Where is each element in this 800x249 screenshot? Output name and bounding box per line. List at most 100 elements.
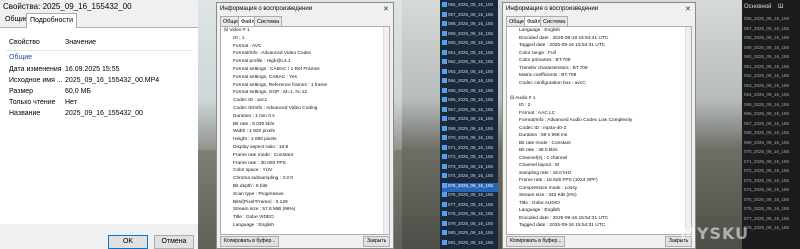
- column-header-value[interactable]: Значение: [65, 39, 96, 46]
- close-icon[interactable]: ✕: [383, 5, 389, 13]
- right-pane-item[interactable]: 073_2025_09_16_155: [744, 178, 789, 183]
- property-row[interactable]: Размер 60,0 МБ: [9, 88, 195, 99]
- tree-item[interactable]: Tagged date : 2025-09-16 15:54:31 UTC: [519, 223, 605, 228]
- file-list-item[interactable]: 066_2025_09_16_155: [442, 97, 498, 106]
- file-list-item[interactable]: 081_2025_09_16_155: [442, 240, 498, 249]
- file-list-item[interactable]: 074_2025_09_16_155: [442, 173, 498, 182]
- property-row[interactable]: Только чтение Нет: [9, 99, 195, 110]
- right-pane-item[interactable]: 078_2025_09_16_155: [744, 225, 789, 230]
- tree-item[interactable]: Color space : YUV: [233, 168, 272, 173]
- tree-item[interactable]: Color primaries : BT.709: [519, 58, 570, 63]
- tree-item[interactable]: Channel layout : M: [519, 163, 559, 168]
- tree-item[interactable]: Title : Gobe VIDEO: [233, 215, 274, 220]
- right-pane-item[interactable]: 061_2025_09_16_155: [744, 64, 789, 69]
- cancel-button[interactable]: Отмена: [154, 235, 194, 249]
- tree-item[interactable]: Frame rate : 30.000 FPS: [233, 161, 286, 166]
- right-pane-item[interactable]: 057_2025_09_16_155: [744, 26, 789, 31]
- tree-item[interactable]: Stream size : 57.5 MiB (96%): [233, 207, 295, 212]
- tree-item[interactable]: Codec ID : avc1: [233, 98, 267, 103]
- file-list-item[interactable]: 072_2025_09_16_155: [442, 154, 498, 163]
- file-list-item[interactable]: 064_2025_09_16_155: [442, 78, 498, 87]
- file-list-item[interactable]: 078_2025_09_16_155: [442, 211, 498, 220]
- right-pane-item[interactable]: 070_2025_09_16_155: [744, 149, 789, 154]
- file-list-item[interactable]: 062_2025_09_16_155: [442, 59, 498, 68]
- tree-item[interactable]: Codec ID : mp4a-40-2: [519, 126, 566, 131]
- file-list-item[interactable]: 058_2025_09_16_155: [442, 21, 498, 30]
- right-pane-item[interactable]: 076_2025_09_16_155: [744, 206, 789, 211]
- right-pane-item[interactable]: 056_2025_09_16_100: [744, 16, 789, 21]
- property-row[interactable]: Название 2025_09_16_155432_00: [9, 110, 195, 121]
- file-list-item[interactable]: 060_2025_09_16_155: [442, 40, 498, 49]
- tree-item[interactable]: Color range : Full: [519, 51, 556, 56]
- tree-item[interactable]: Bit depth : 8 bits: [233, 184, 267, 189]
- right-pane-item[interactable]: 064_2025_09_16_155: [744, 92, 789, 97]
- file-list-item[interactable]: 073_2025_09_16_155: [442, 164, 498, 173]
- tree-item[interactable]: Frame rate : 15.625 FPS (1024 SPF): [519, 178, 598, 183]
- file-list-item[interactable]: 070_2025_09_16_155: [442, 135, 498, 144]
- right-pane-item[interactable]: 066_2025_09_16_155: [744, 111, 789, 116]
- file-list-item[interactable]: 061_2025_09_16_155: [442, 50, 498, 59]
- right-pane-item[interactable]: 065_2025_09_16_155: [744, 102, 789, 107]
- file-list-item[interactable]: 071_2025_09_16_155: [442, 145, 498, 154]
- tree-item[interactable]: Compression mode : Lossy: [519, 186, 577, 191]
- right-pane-item[interactable]: 062_2025_09_16_155: [744, 73, 789, 78]
- tree-item[interactable]: Bit rate : 48.0 kb/s: [519, 148, 558, 153]
- property-row[interactable]: Дата изменения 16.09.2025 15:55: [9, 66, 195, 77]
- file-list-item[interactable]: 080_2025_09_16_155: [442, 230, 498, 239]
- right-pane-item[interactable]: 071_2025_09_16_155: [744, 159, 789, 164]
- tree-item[interactable]: Encoded date : 2025-09-16 15:54:31 UTC: [519, 36, 608, 41]
- file-list-item[interactable]: 076_2025_09_16_155: [442, 192, 498, 201]
- close-button[interactable]: Закрыть: [363, 236, 391, 247]
- right-pane-item[interactable]: 058_2025_09_16_155: [744, 35, 789, 40]
- tree-item[interactable]: Format/Info : Advanced Video Codec: [233, 51, 311, 56]
- tree-section-header[interactable]: ⊟ Video # 1: [224, 28, 250, 33]
- file-list[interactable]: 056_2025_09_16_100 057_2025_09_16_155 058_…: [440, 0, 498, 249]
- right-pane-item[interactable]: 059_2025_09_16_155: [744, 45, 789, 50]
- right-pane-item[interactable]: 060_2025_09_16_155: [744, 54, 789, 59]
- tree-item[interactable]: Matrix coefficients : BT.709: [519, 73, 576, 78]
- tree-item[interactable]: Bit rate : 8 030 kb/s: [233, 122, 274, 127]
- tree-item[interactable]: Scan type : Progressive: [233, 192, 284, 197]
- file-list-item[interactable]: 059_2025_09_16_155: [442, 31, 498, 40]
- file-list-item[interactable]: 067_2025_09_16_155: [442, 107, 498, 116]
- file-list-item[interactable]: 065_2025_09_16_155: [442, 88, 498, 97]
- tree-item[interactable]: Codec ID/Info : Advanced Video Coding: [233, 106, 317, 111]
- copy-to-clipboard-button[interactable]: Копировать в буфер...: [220, 236, 280, 247]
- tree-item[interactable]: Tagged date : 2025-09-16 15:54:31 UTC: [519, 43, 605, 48]
- column-header-property[interactable]: Свойство: [9, 39, 40, 46]
- tree-item[interactable]: Sampling rate : 16.0 kHz: [519, 171, 572, 176]
- right-pane-item[interactable]: 068_2025_09_16_155: [744, 130, 789, 135]
- tree-item[interactable]: Format settings, GOP : M=1, N=12: [233, 90, 307, 95]
- tree-item[interactable]: Bit rate mode : Constant: [519, 141, 571, 146]
- file-list-item[interactable]: 077_2025_09_16_155: [442, 202, 498, 211]
- tree-item[interactable]: Bits/(Pixel*Frame) : 0.129: [233, 200, 288, 205]
- media-info-tree[interactable]: Language : English Encoded date : 2025-09…: [506, 26, 692, 235]
- file-list-item[interactable]: 069_2025_09_16_155: [442, 126, 498, 135]
- right-pane-item[interactable]: 069_2025_09_16_155: [744, 140, 789, 145]
- tree-section-header[interactable]: ⊟ Audio # 1: [510, 96, 535, 101]
- tree-item[interactable]: Display aspect ratio : 16:9: [233, 145, 288, 150]
- scrollbar[interactable]: [685, 27, 691, 234]
- tree-item[interactable]: Format settings, Reference frames : 1 fr…: [233, 83, 327, 88]
- tree-item[interactable]: Encoded date : 2025-09-16 15:54:31 UTC: [519, 216, 608, 221]
- tree-item[interactable]: Format : AAC LC: [519, 111, 555, 116]
- right-pane-item[interactable]: 067_2025_09_16_155: [744, 121, 789, 126]
- right-pane-item[interactable]: 063_2025_09_16_155: [744, 83, 789, 88]
- tree-item[interactable]: Channel(s) : 1 channel: [519, 156, 567, 161]
- copy-to-clipboard-button[interactable]: Копировать в буфер...: [506, 236, 566, 247]
- file-list-item[interactable]: 056_2025_09_16_100: [442, 2, 498, 11]
- tree-item[interactable]: Format settings, CABAC : Yes: [233, 75, 297, 80]
- tree-item[interactable]: Codec configuration box : avcC: [519, 81, 586, 86]
- tree-item[interactable]: Format/Info : Advanced Audio Codec Low C…: [519, 118, 632, 123]
- tree-item[interactable]: Language : English: [519, 208, 560, 213]
- file-list-item[interactable]: 063_2025_09_16_155: [442, 69, 498, 78]
- file-list-item[interactable]: 068_2025_09_16_155: [442, 116, 498, 125]
- tree-item[interactable]: ID : 2: [519, 103, 530, 108]
- tree-item[interactable]: Language : English: [233, 223, 274, 228]
- tree-item[interactable]: Height : 1 080 pixels: [233, 137, 276, 142]
- file-list-item[interactable]: 057_2025_09_16_155: [442, 12, 498, 21]
- right-pane-item[interactable]: 075_2025_09_16_155: [744, 197, 789, 202]
- ok-button[interactable]: OK: [108, 235, 148, 249]
- tab-details[interactable]: Подробности: [26, 13, 78, 28]
- scrollbar[interactable]: [383, 27, 389, 234]
